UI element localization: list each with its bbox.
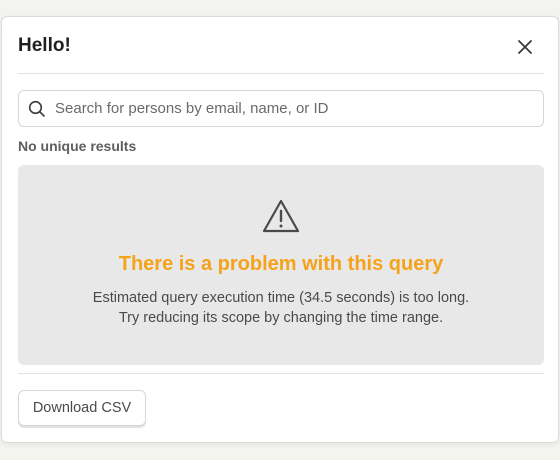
problem-title: There is a problem with this query	[118, 253, 444, 275]
warning-icon	[262, 199, 300, 238]
close-icon	[518, 40, 532, 54]
search-box[interactable]	[18, 90, 544, 127]
download-csv-button[interactable]: Download CSV	[18, 390, 146, 426]
footer-divider	[18, 373, 544, 374]
results-label: No unique results	[18, 138, 137, 154]
search-icon	[19, 100, 55, 118]
modal-title: Hello!	[18, 35, 71, 56]
problem-message: Estimated query execution time (34.5 sec…	[92, 290, 470, 326]
search-input[interactable]	[55, 91, 543, 126]
close-button[interactable]	[514, 36, 536, 58]
problem-panel: There is a problem with this query Estim…	[18, 165, 544, 365]
persons-modal: Hello! No unique results There is a prob…	[1, 16, 559, 443]
header-divider	[18, 73, 544, 74]
